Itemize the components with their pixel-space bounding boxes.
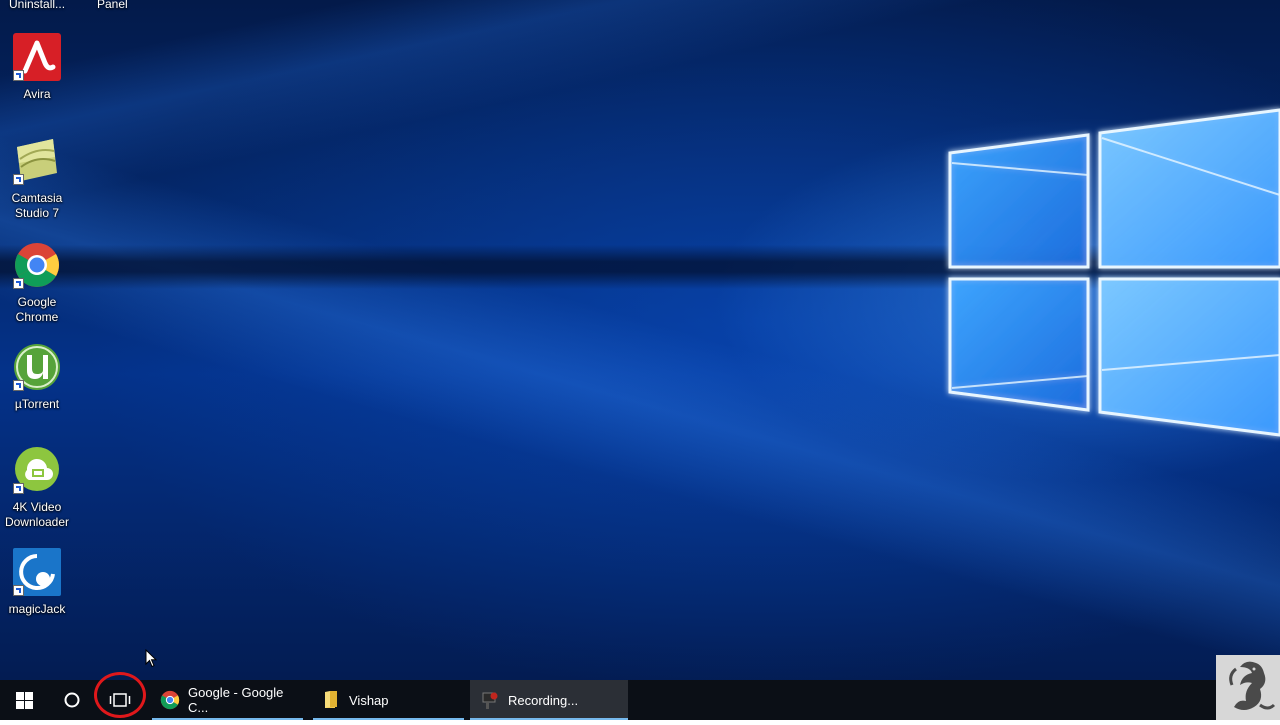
desktop-label-uninstall[interactable]: Uninstall... — [9, 0, 65, 11]
taskbar-item-vishap-folder[interactable]: Vishap — [313, 680, 464, 720]
taskbar: Google - Google C... Vishap Recording... — [0, 680, 1280, 720]
desktop-icon-magicjack[interactable]: magicJack — [2, 548, 72, 617]
desktop-wallpaper: Uninstall... Panel Avira Camtasia Studio… — [0, 0, 1280, 680]
chrome-icon — [160, 690, 180, 710]
cortana-search-button[interactable] — [48, 680, 96, 720]
dragon-watermark-logo — [1216, 655, 1280, 720]
recorder-icon — [480, 690, 500, 710]
desktop-icon-avira[interactable]: Avira — [2, 33, 72, 102]
desktop-icon-label: Google Chrome — [15, 295, 59, 324]
desktop-icon-utorrent[interactable]: µTorrent — [2, 343, 72, 412]
shortcut-arrow-icon — [13, 174, 24, 185]
shortcut-arrow-icon — [13, 585, 24, 596]
windows-logo-icon — [15, 691, 33, 709]
cortana-circle-icon — [64, 692, 80, 708]
taskbar-item-label: Vishap — [349, 692, 389, 708]
desktop-icon-camtasia[interactable]: Camtasia Studio 7 — [2, 137, 72, 221]
start-button[interactable] — [0, 680, 48, 720]
taskbar-item-label: Google - Google C... — [188, 685, 284, 715]
desktop-icon-label: Camtasia Studio 7 — [11, 191, 63, 220]
avira-icon — [13, 33, 61, 81]
desktop-icon-label: Avira — [23, 87, 51, 101]
camtasia-icon — [13, 137, 61, 185]
taskbar-item-label: Recording... — [508, 692, 579, 708]
windows-logo-window-graphic — [948, 108, 1280, 437]
magicjack-icon — [13, 548, 61, 596]
chrome-icon — [13, 241, 61, 289]
desktop-icon-label: µTorrent — [14, 397, 60, 411]
taskbar-item-recording[interactable]: Recording... — [470, 680, 628, 720]
shortcut-arrow-icon — [13, 380, 24, 391]
shortcut-arrow-icon — [13, 278, 24, 289]
desktop-icon-google-chrome[interactable]: Google Chrome — [2, 241, 72, 325]
mouse-pointer-icon — [145, 649, 157, 668]
4k-video-downloader-icon — [13, 446, 61, 494]
desktop-icon-label: magicJack — [8, 602, 66, 616]
desktop-icon-4k-video-downloader[interactable]: 4K Video Downloader — [2, 446, 72, 530]
task-view-highlight-ring — [94, 672, 146, 718]
desktop-icon-label: 4K Video Downloader — [4, 500, 70, 529]
shortcut-arrow-icon — [13, 70, 24, 81]
desktop-label-control-panel[interactable]: Panel — [97, 0, 128, 11]
taskbar-item-chrome[interactable]: Google - Google C... — [152, 680, 303, 720]
utorrent-icon — [13, 343, 61, 391]
shortcut-arrow-icon — [13, 483, 24, 494]
folder-icon — [321, 690, 341, 710]
